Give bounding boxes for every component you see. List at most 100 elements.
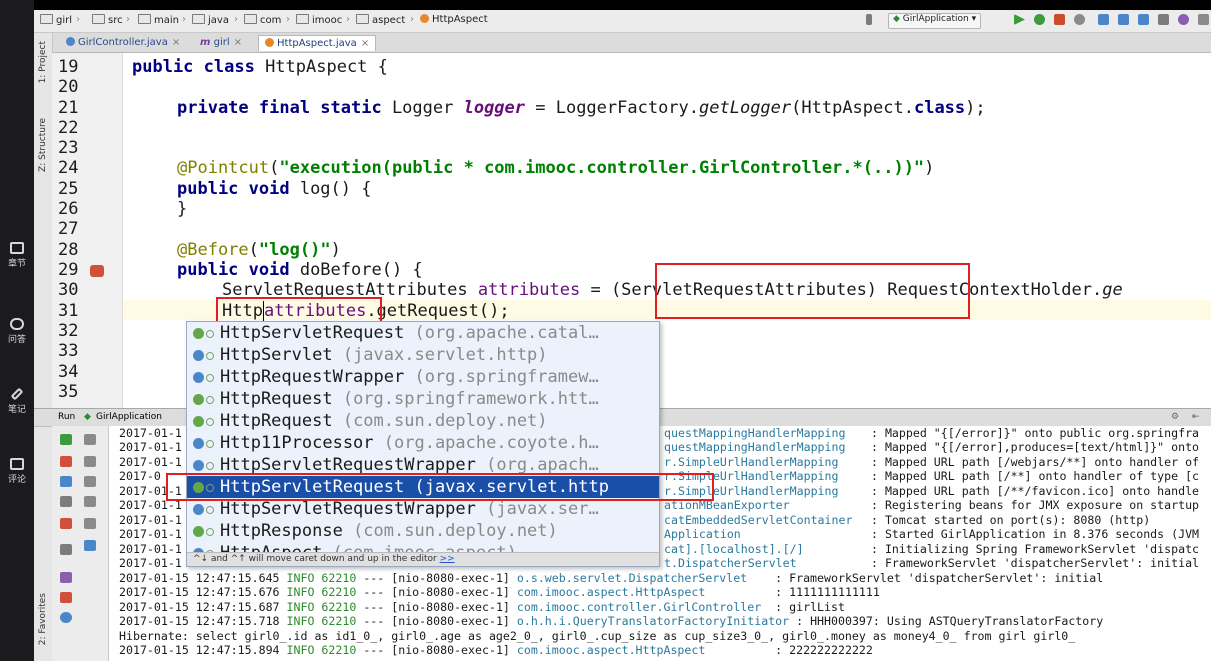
pin-icon[interactable] <box>60 572 72 583</box>
line-number: 26 <box>58 199 79 219</box>
favorites-tool-button[interactable]: 2: Favorites <box>38 593 48 645</box>
completion-item[interactable]: HttpRequest (org.springframework.htt… <box>187 388 659 410</box>
breadcrumb-item[interactable]: src <box>92 14 123 26</box>
pause-icon[interactable] <box>60 476 72 487</box>
close-icon[interactable]: × <box>361 38 369 49</box>
gear-icon[interactable]: ⚙ <box>1171 412 1179 422</box>
completion-item[interactable]: HttpRequest (com.sun.deploy.net) <box>187 410 659 432</box>
completion-item[interactable]: HttpServlet (javax.servlet.http) <box>187 344 659 366</box>
vcs-update-icon[interactable] <box>1098 14 1109 25</box>
class-icon <box>193 460 204 471</box>
revert-icon[interactable] <box>1178 14 1189 25</box>
tool-window-stripe: 1: Project Z: Structure 2: Favorites <box>34 33 53 661</box>
class-icon <box>193 504 204 515</box>
close-icon[interactable]: × <box>234 37 242 48</box>
completion-item[interactable]: HttpServletRequestWrapper (javax.ser… <box>187 498 659 520</box>
overlay-item-comments[interactable]: 评论 <box>0 458 34 485</box>
scroll-to-end-icon[interactable] <box>84 496 96 507</box>
class-icon <box>193 372 204 383</box>
close-icon[interactable]: × <box>172 37 180 48</box>
aspect-gutter-icon[interactable] <box>90 265 104 277</box>
code-line-29: public void doBefore() { <box>177 260 423 280</box>
console-line: 2017-01-1 r.SimpleUrlHandlerMapping : Map… <box>119 455 1200 469</box>
public-access-icon <box>206 352 214 360</box>
console-line: Hibernate: select girl0_.id as id1_0_, g… <box>119 629 1076 643</box>
public-access-icon <box>206 418 214 426</box>
layout-icon[interactable] <box>60 544 72 555</box>
close-icon[interactable] <box>60 592 72 603</box>
breadcrumb-item[interactable]: main <box>138 14 179 26</box>
breadcrumb-item[interactable]: com <box>244 14 281 26</box>
run-config-select[interactable]: ◆ GirlApplication ▾ <box>888 13 982 29</box>
line-number: 21 <box>58 98 79 118</box>
breadcrumb-item[interactable]: aspect <box>356 14 405 26</box>
run-icon[interactable] <box>1014 14 1025 25</box>
overlay-item-label: 章节 <box>7 259 26 269</box>
console-line: 2017-01-1 catEmbeddedServletContainer : T… <box>119 513 1151 527</box>
hide-panel-icon[interactable]: ⇤ <box>1192 412 1200 422</box>
code-line-19: public class HttpAspect { <box>132 57 388 77</box>
project-tool-button[interactable]: 1: Project <box>38 41 48 83</box>
exit-icon[interactable] <box>60 518 72 529</box>
line-number: 22 <box>58 118 79 138</box>
folder-icon <box>296 14 309 24</box>
history-icon[interactable] <box>1158 14 1169 25</box>
run-panel-config[interactable]: GirlApplication <box>96 412 162 422</box>
line-number: 29 <box>58 260 79 280</box>
tab-girlcontroller[interactable]: GirlController.java × <box>60 35 186 50</box>
breadcrumb-item[interactable]: HttpAspect <box>420 14 488 25</box>
line-number: 19 <box>58 57 79 77</box>
tab-httpaspect[interactable]: HttpAspect.java × <box>258 35 377 51</box>
overlay-sidebar: 章节 问答 笔记 评论 <box>0 0 34 661</box>
code-line-26: } <box>177 199 188 219</box>
public-access-icon <box>206 374 214 382</box>
public-access-icon <box>206 506 214 514</box>
completion-footer: ^↓ and ^↑ will move caret down and up in… <box>187 552 659 566</box>
editor-tab-bar: GirlController.java × m girl × HttpAspect.… <box>34 33 1211 53</box>
vcs-compare-icon[interactable] <box>1138 14 1149 25</box>
run-panel-label[interactable]: Run <box>58 412 75 422</box>
vcs-commit-icon[interactable] <box>1118 14 1129 25</box>
completion-item[interactable]: HttpAspect (com.imooc.aspect) <box>187 542 659 552</box>
code-line-21: private final static Logger logger = Log… <box>177 98 986 118</box>
completion-item[interactable]: Http11Processor (org.apache.coyote.h… <box>187 432 659 454</box>
completion-footer-link[interactable]: >> <box>440 554 455 564</box>
completion-item[interactable]: HttpServletRequest (org.apache.catal… <box>187 322 659 344</box>
dump-threads-icon[interactable] <box>60 496 72 507</box>
editor-gutter: 19 20 21 22 23 24 25 26 27 28 29 30 31 3… <box>52 53 123 408</box>
maven-icon: m <box>200 37 211 48</box>
print-icon[interactable] <box>84 518 96 529</box>
breadcrumb-item[interactable]: imooc <box>296 14 342 26</box>
overlay-item-chapters[interactable]: 章节 <box>0 242 34 269</box>
public-access-icon <box>206 440 214 448</box>
folder-icon <box>92 14 105 24</box>
structure-tool-button[interactable]: Z: Structure <box>38 118 48 172</box>
overlay-item-notes[interactable]: 笔记 <box>0 387 34 415</box>
stop-icon[interactable] <box>1054 14 1065 25</box>
public-access-icon <box>206 396 214 404</box>
console-line: 2017-01-1 questMappingHandlerMapping : Ma… <box>119 440 1200 454</box>
breadcrumb-item[interactable]: java <box>192 14 229 26</box>
stop-icon[interactable] <box>60 456 72 467</box>
up-arrow-icon[interactable] <box>84 434 96 445</box>
rerun-icon[interactable] <box>60 434 72 445</box>
sort-icon[interactable] <box>866 14 872 25</box>
soft-wrap-icon[interactable] <box>84 476 96 487</box>
completion-item[interactable]: HttpResponse (com.sun.deploy.net) <box>187 520 659 542</box>
overlay-item-qa[interactable]: 问答 <box>0 318 34 345</box>
breadcrumb-item[interactable]: girl <box>40 14 72 26</box>
completion-item[interactable]: HttpRequestWrapper (org.springframew… <box>187 366 659 388</box>
console-line: 2017-01-1 cat].[localhost].[/] : Initiali… <box>119 542 1200 556</box>
code-line-24: @Pointcut("execution(public * com.imooc.… <box>177 158 935 178</box>
spring-icon: ◆ <box>84 412 91 422</box>
settings-icon[interactable] <box>1198 14 1209 25</box>
debug-icon[interactable] <box>1034 14 1045 25</box>
console-line: 2017-0 r.SimpleUrlHandlerMapping : Mapped… <box>119 469 1200 483</box>
clear-icon[interactable] <box>84 540 96 551</box>
down-arrow-icon[interactable] <box>84 456 96 467</box>
tab-girl[interactable]: m girl × <box>194 35 248 50</box>
coverage-icon[interactable] <box>1074 14 1085 25</box>
help-icon[interactable] <box>60 612 72 623</box>
highlight-box-cast <box>655 263 970 319</box>
console-line: 2017-01-15 12:47:15.676 INFO 62210 --- [… <box>119 585 880 599</box>
